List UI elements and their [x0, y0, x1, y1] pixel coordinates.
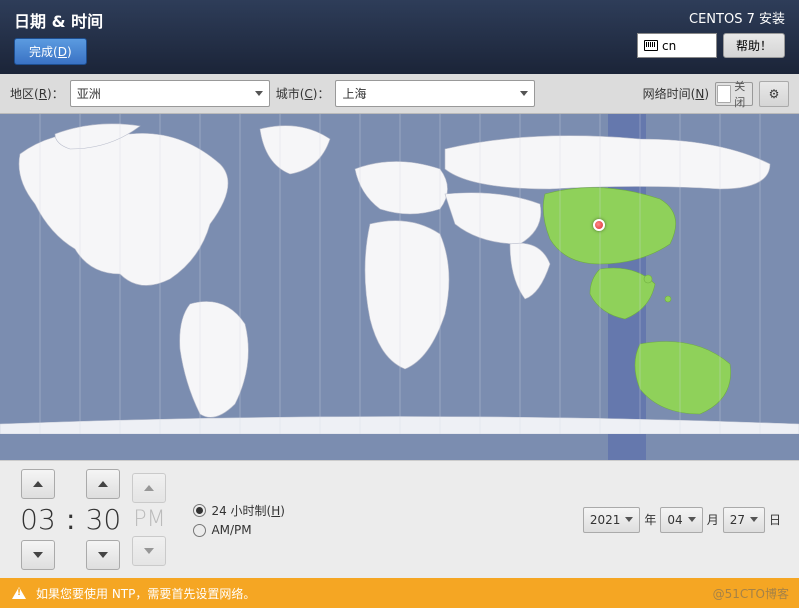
- network-time-label: 网络时间(N): [643, 85, 709, 102]
- toggle-state: 关闭: [734, 78, 751, 110]
- time-colon: :: [64, 503, 77, 536]
- done-label: 完成(D): [29, 45, 72, 59]
- city-label: 城市(C)：: [276, 85, 330, 102]
- warning-bar: 如果您要使用 NTP，需要首先设置网络。 @51CTO博客: [0, 578, 799, 608]
- chevron-down-icon: [255, 91, 263, 96]
- day-combo[interactable]: 27: [723, 507, 765, 533]
- header-left: 日期 & 时间 完成(D): [14, 8, 103, 68]
- radio-icon: [193, 504, 206, 517]
- minute-up-button[interactable]: [86, 469, 120, 499]
- chevron-up-icon: [33, 481, 43, 487]
- install-title: CENTOS 7 安装: [689, 8, 785, 27]
- header-right: CENTOS 7 安装 cn 帮助！: [637, 8, 785, 68]
- time-date-panel: 03 : 30 PM 24 小时制(H) AM/PM 2021 年 04 月: [0, 460, 799, 578]
- done-button[interactable]: 完成(D): [14, 38, 87, 65]
- region-label: 地区(R)：: [10, 85, 64, 102]
- timezone-map[interactable]: [0, 114, 799, 460]
- day-suffix: 日: [769, 511, 781, 528]
- radio-24h[interactable]: 24 小时制(H): [193, 502, 285, 519]
- city-value: 上海: [342, 85, 366, 102]
- kb-lang: cn: [662, 39, 676, 53]
- month-value: 04: [667, 513, 682, 527]
- chevron-down-icon: [750, 517, 758, 522]
- chevron-up-icon: [98, 481, 108, 487]
- header: 日期 & 时间 完成(D) CENTOS 7 安装 cn 帮助！: [0, 0, 799, 74]
- warning-text: 如果您要使用 NTP，需要首先设置网络。: [36, 585, 255, 602]
- region-value: 亚洲: [77, 85, 101, 102]
- hour-down-button[interactable]: [21, 540, 55, 570]
- hour-up-button[interactable]: [21, 469, 55, 499]
- chevron-up-icon: [144, 485, 154, 491]
- hour-column: 03: [18, 469, 58, 570]
- ampm-value: PM: [129, 507, 169, 532]
- chevron-down-icon: [98, 552, 108, 558]
- network-time-toggle[interactable]: 关闭: [715, 82, 753, 106]
- chevron-down-icon: [520, 91, 528, 96]
- hour-value: 03: [18, 503, 58, 536]
- ampm-down-button: [132, 536, 166, 566]
- region-combo[interactable]: 亚洲: [70, 80, 270, 107]
- radio-ampm-label: AM/PM: [211, 523, 251, 537]
- keyboard-icon: [644, 40, 658, 51]
- month-combo[interactable]: 04: [660, 507, 702, 533]
- year-combo[interactable]: 2021: [583, 507, 641, 533]
- ampm-up-button: [132, 473, 166, 503]
- gear-icon: ⚙: [769, 87, 780, 101]
- keyboard-layout-indicator[interactable]: cn: [637, 33, 717, 58]
- chevron-down-icon: [688, 517, 696, 522]
- chevron-down-icon: [144, 548, 154, 554]
- toggle-knob: [717, 85, 731, 103]
- year-suffix: 年: [644, 511, 656, 528]
- lang-row: cn 帮助！: [637, 33, 785, 58]
- minute-down-button[interactable]: [86, 540, 120, 570]
- toolbar: 地区(R)： 亚洲 城市(C)： 上海 网络时间(N) 关闭 ⚙: [0, 74, 799, 114]
- location-pin-icon: [593, 219, 605, 231]
- radio-icon: [193, 524, 206, 537]
- radio-ampm[interactable]: AM/PM: [193, 523, 285, 537]
- time-format-group: 24 小时制(H) AM/PM: [193, 502, 285, 537]
- warning-icon: [12, 587, 26, 599]
- ntp-settings-button[interactable]: ⚙: [759, 81, 789, 107]
- city-combo[interactable]: 上海: [335, 80, 535, 107]
- watermark: @51CTO博客: [713, 585, 789, 602]
- help-button[interactable]: 帮助！: [723, 33, 785, 58]
- ampm-column: PM: [129, 473, 169, 566]
- minute-value: 30: [83, 503, 123, 536]
- world-map-svg: [0, 114, 799, 434]
- day-value: 27: [730, 513, 745, 527]
- year-value: 2021: [590, 513, 621, 527]
- chevron-down-icon: [33, 552, 43, 558]
- month-suffix: 月: [707, 511, 719, 528]
- minute-column: 30: [83, 469, 123, 570]
- page-title: 日期 & 时间: [14, 8, 103, 32]
- date-group: 2021 年 04 月 27 日: [583, 507, 781, 533]
- radio-24h-label: 24 小时制(H): [211, 502, 285, 519]
- chevron-down-icon: [625, 517, 633, 522]
